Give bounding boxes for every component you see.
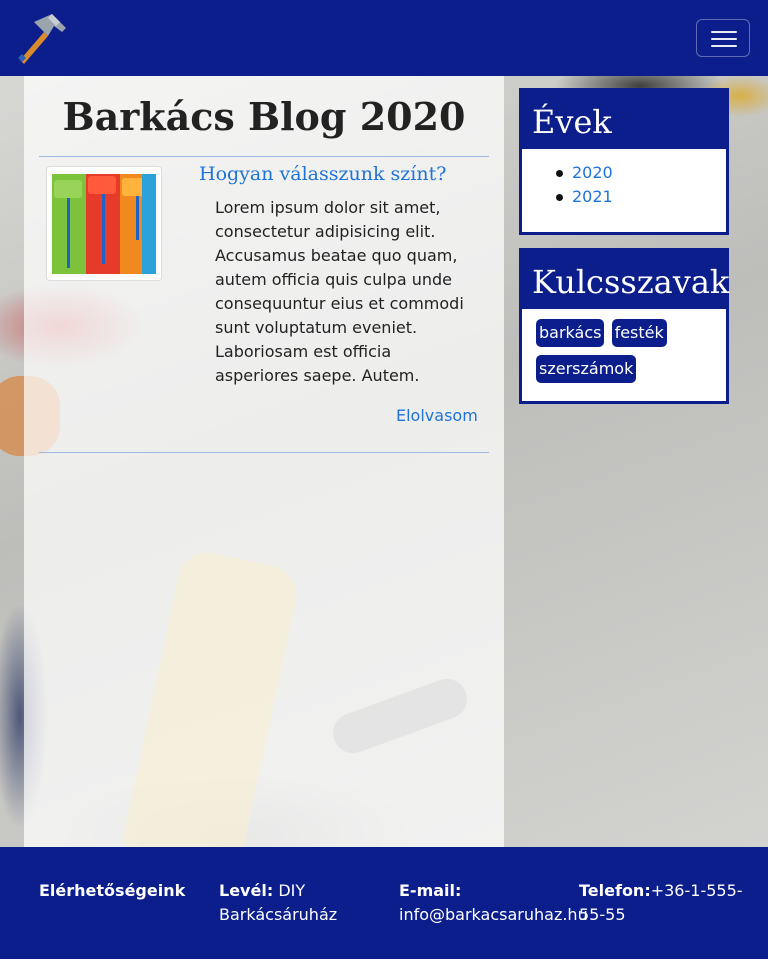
post-excerpt: Lorem ipsum dolor sit amet, consectetur … [215,198,464,385]
hammer-icon[interactable] [14,12,68,64]
hamburger-menu-button[interactable] [696,19,750,57]
divider [39,156,489,157]
page-title: Barkács Blog 2020 [62,94,466,139]
tag-festek[interactable]: festék [611,319,667,347]
footer: Elérhetőségeink Levél: DIY Barkácsáruház… [0,847,768,959]
main-content: Barkács Blog 2020 Hogyan válasszunk szín… [24,76,504,847]
list-item: 2020 [522,161,726,185]
tag-barkacs[interactable]: barkács [536,319,605,347]
list-item: 2021 [522,185,726,209]
footer-contacts-label: Elérhetőségeink [39,881,186,900]
hamburger-bar [711,45,737,47]
keywords-widget: Kulcsszavak barkács festék szerszámok [519,248,729,404]
years-widget: Évek 2020 2021 [519,88,729,235]
years-widget-title: Évek [522,91,726,149]
hamburger-bar [711,38,737,40]
footer-email: E-mail: info@barkacsaruhaz.hu [399,879,588,927]
footer-phone-label: Telefon: [579,881,651,900]
tag-list: barkács festék szerszámok [522,309,726,391]
footer-mail: Levél: DIY Barkácsáruház [219,879,369,927]
post-thumbnail[interactable] [46,166,162,281]
paint-rollers-image [50,170,158,278]
read-more-link[interactable]: Elolvasom [396,406,478,425]
footer-phone: Telefon:+36-1-555-55-55 [579,879,764,927]
years-list: 2020 2021 [522,149,726,209]
tag-szerszamok[interactable]: szerszámok [536,355,637,383]
year-link-2021[interactable]: 2021 [572,187,613,206]
post-title-link[interactable]: Hogyan válasszunk színt? [199,163,446,185]
year-link-2020[interactable]: 2020 [572,163,613,182]
navbar [0,0,768,76]
keywords-widget-title: Kulcsszavak [522,251,729,309]
hamburger-menu-icon [711,31,737,33]
footer-mail-label: Levél: [219,881,274,900]
divider [39,452,489,453]
footer-contacts-heading: Elérhetőségeink [39,879,185,903]
footer-email-value[interactable]: info@barkacsaruhaz.hu [399,905,588,924]
footer-email-label: E-mail: [399,881,462,900]
